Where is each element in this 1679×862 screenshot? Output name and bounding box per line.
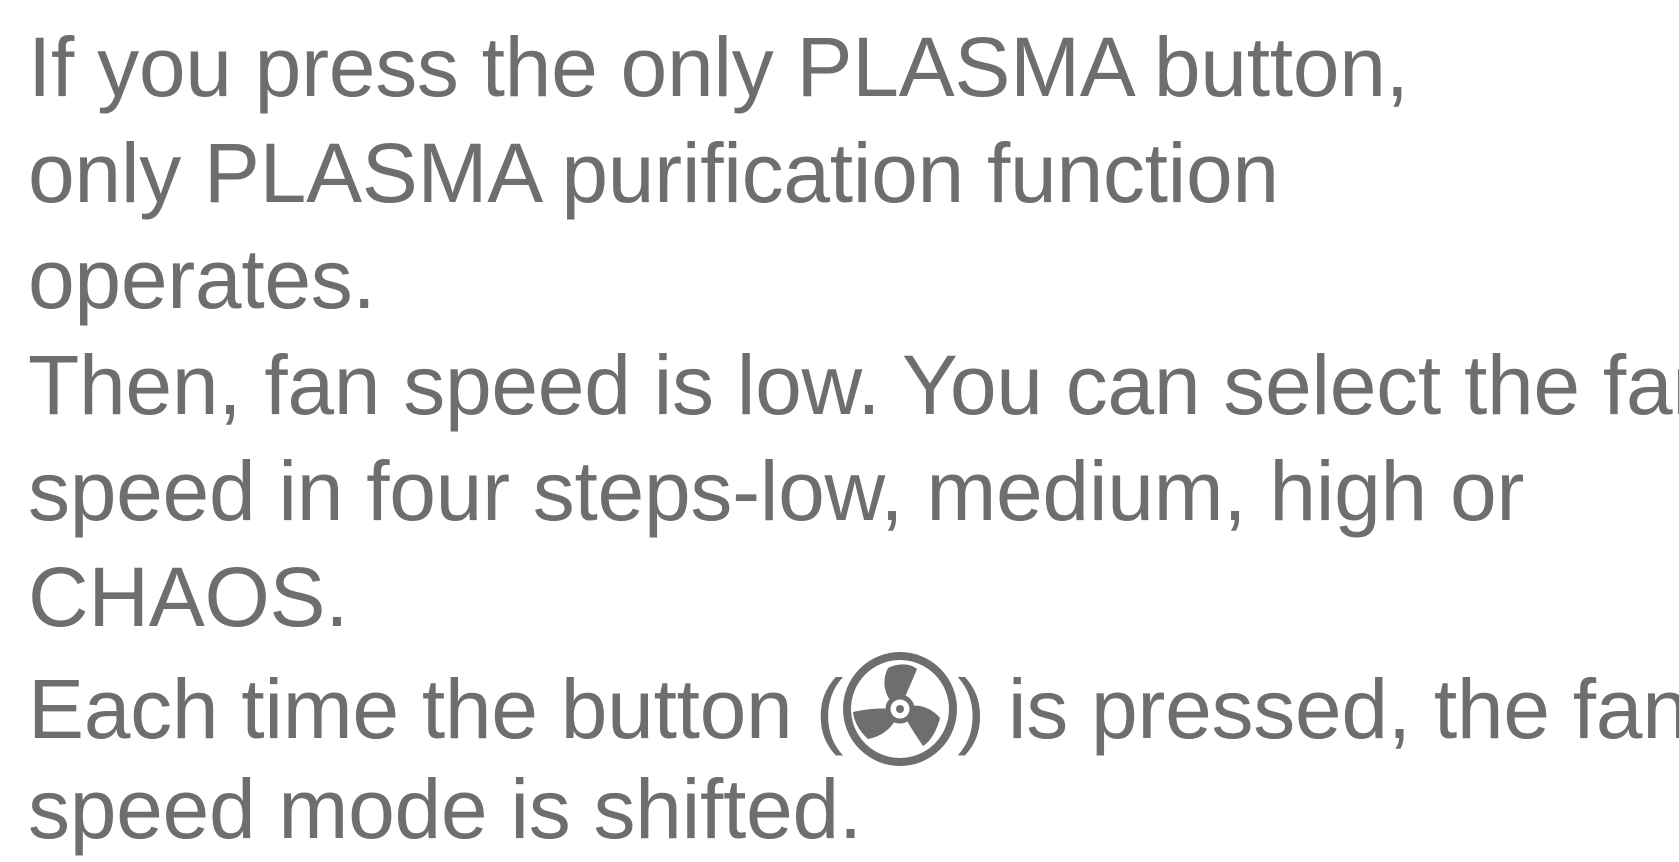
text-line: operates. bbox=[28, 232, 376, 326]
manual-page: If you press the only PLASMA button, onl… bbox=[28, 14, 1679, 862]
text-after-icon: ) is pressed, the fan bbox=[957, 662, 1679, 756]
fan-icon bbox=[841, 650, 959, 768]
fan-speed-paragraph: Then, fan speed is low. You can select t… bbox=[28, 332, 1679, 650]
text-line: Then, fan speed is low. You can select t… bbox=[28, 338, 1679, 432]
text-line: speed mode is shifted. bbox=[28, 762, 862, 856]
fan-button-paragraph: Each time the button ( ) is pressed, the… bbox=[28, 650, 1679, 862]
text-line: speed in four steps-low, medium, high or bbox=[28, 444, 1525, 538]
text-line: If you press the only PLASMA button, bbox=[28, 20, 1409, 114]
text-before-icon: Each time the button ( bbox=[28, 662, 844, 756]
plasma-paragraph: If you press the only PLASMA button, onl… bbox=[28, 14, 1668, 332]
text-line: only PLASMA purification function bbox=[28, 126, 1279, 220]
text-line: CHAOS. bbox=[28, 550, 349, 644]
text-line-with-icon: Each time the button ( ) is pressed, the… bbox=[28, 650, 1679, 766]
